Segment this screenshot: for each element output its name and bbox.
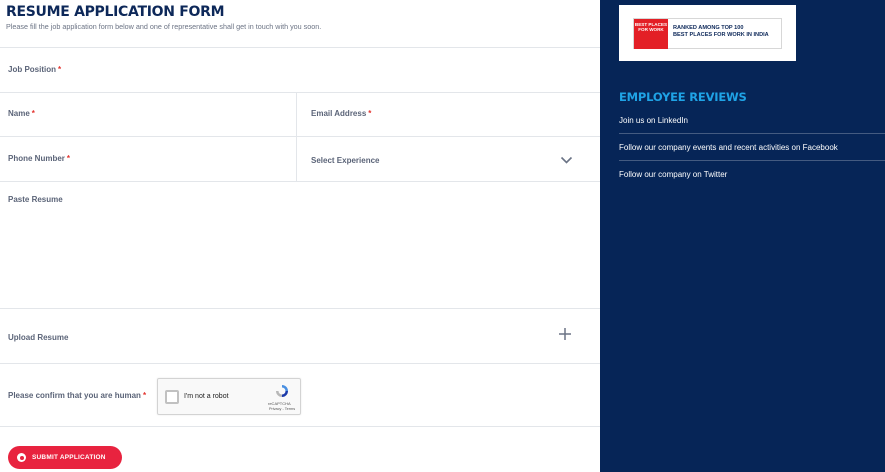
divider <box>0 426 600 427</box>
sidebar: BEST PLACES FOR WORK RANKED AMONG TOP 10… <box>600 0 885 472</box>
captcha-brand: reCAPTCHA <box>268 401 291 406</box>
employee-reviews-heading: EMPLOYEE REVIEWS <box>619 90 747 104</box>
badge-text: RANKED AMONG TOP 100 BEST PLACES FOR WOR… <box>673 25 769 40</box>
name-field[interactable]: Name * <box>0 93 296 136</box>
badge-line-2: BEST PLACES FOR WORK IN INDIA <box>673 32 769 39</box>
resume-application-form: RESUME APPLICATION FORM Please fill the … <box>0 0 600 472</box>
experience-select[interactable]: Select Experience <box>297 137 600 181</box>
linkedin-link[interactable]: Join us on LinkedIn <box>619 116 688 125</box>
submit-application-button[interactable]: SUBMIT APPLICATION <box>8 446 122 469</box>
human-confirm-label: Please confirm that you are human * <box>8 391 147 400</box>
upload-resume-label: Upload Resume <box>8 333 69 342</box>
phone-label: Phone Number * <box>8 154 71 163</box>
email-field[interactable]: Email Address * <box>297 93 600 136</box>
best-places-logo: BEST PLACES FOR WORK <box>634 19 668 49</box>
required-mark: * <box>58 65 62 74</box>
captcha-checkbox[interactable] <box>165 390 179 404</box>
email-label: Email Address * <box>311 109 372 118</box>
job-position-field[interactable]: Job Position * <box>0 48 600 92</box>
required-mark: * <box>66 154 71 163</box>
twitter-link[interactable]: Follow our company on Twitter <box>619 170 727 179</box>
divider <box>0 363 600 364</box>
upload-resume-field[interactable]: Upload Resume <box>0 309 600 363</box>
divider <box>619 160 885 161</box>
captcha-privacy-links[interactable]: Privacy - Terms <box>269 407 295 411</box>
plus-icon[interactable] <box>558 327 572 341</box>
job-position-label: Job Position * <box>8 65 62 74</box>
recaptcha-widget: I'm not a robot reCAPTCHA Privacy - Term… <box>157 378 301 415</box>
divider <box>619 133 885 134</box>
radio-dot-icon <box>17 453 26 462</box>
required-mark: * <box>31 109 35 118</box>
experience-label: Select Experience <box>311 156 380 165</box>
captcha-text: I'm not a robot <box>184 393 229 400</box>
best-places-badge: BEST PLACES FOR WORK RANKED AMONG TOP 10… <box>619 5 796 61</box>
form-subtitle: Please fill the job application form bel… <box>6 22 322 31</box>
paste-resume-textarea[interactable]: Paste Resume <box>0 182 600 308</box>
required-mark: * <box>368 109 372 118</box>
name-label: Name * <box>8 109 35 118</box>
form-title: RESUME APPLICATION FORM <box>6 4 225 20</box>
required-mark: * <box>142 391 147 400</box>
chevron-down-icon[interactable] <box>560 155 573 165</box>
submit-label: SUBMIT APPLICATION <box>32 454 106 461</box>
phone-field[interactable]: Phone Number * <box>0 137 296 181</box>
badge-line-1: RANKED AMONG TOP 100 <box>673 25 744 31</box>
facebook-link[interactable]: Follow our company events and recent act… <box>619 143 838 152</box>
badge-inner: BEST PLACES FOR WORK RANKED AMONG TOP 10… <box>633 18 782 49</box>
recaptcha-logo-icon <box>276 385 288 397</box>
paste-resume-label: Paste Resume <box>8 195 63 204</box>
